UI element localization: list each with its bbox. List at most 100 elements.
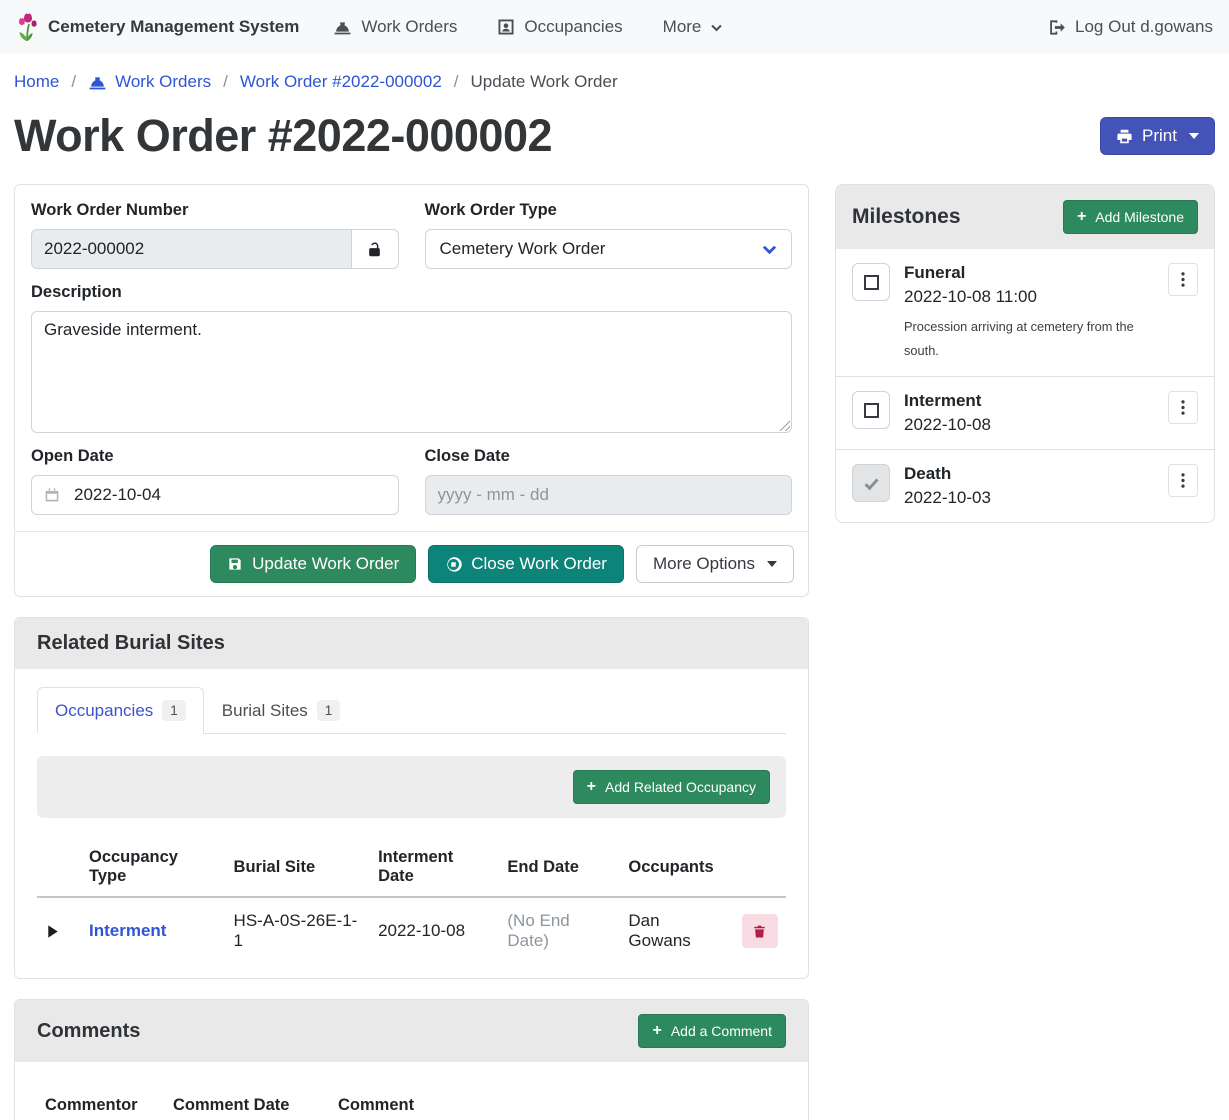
breadcrumb-separator: / (454, 72, 459, 92)
milestone-item-interment: Interment 2022-10-08 (836, 376, 1214, 449)
milestones-card: Milestones + Add Milestone Funeral 2022-… (835, 184, 1215, 523)
work-order-number-label: Work Order Number (31, 201, 399, 220)
close-work-order-label: Close Work Order (471, 554, 607, 574)
description-textarea-wrap: Graveside interment. (31, 311, 792, 433)
milestone-date: 2022-10-08 11:00 (904, 287, 1154, 307)
breadcrumb: Home / Work Orders / Work Order #2022-00… (0, 54, 1229, 106)
plus-icon: + (652, 1023, 661, 1039)
tab-occupancies-label: Occupancies (55, 701, 153, 721)
plus-icon: + (587, 779, 596, 795)
app-brand[interactable]: Cemetery Management System (16, 12, 299, 42)
print-button[interactable]: Print (1100, 117, 1215, 155)
comments-table: Commentor Comment Date Comment d.gowans … (37, 1086, 786, 1120)
hard-hat-icon (88, 73, 107, 92)
printer-icon (1116, 128, 1133, 145)
related-burial-sites-title: Related Burial Sites (37, 632, 225, 655)
update-work-order-button[interactable]: Update Work Order (210, 545, 416, 583)
work-order-number-input[interactable] (31, 229, 352, 269)
comments-title: Comments (37, 1020, 140, 1043)
logout-button[interactable]: Log Out d.gowans (1047, 17, 1213, 37)
col-actions (734, 838, 786, 897)
left-column: Work Order Number Work Order Type (14, 184, 809, 1120)
open-date-label: Open Date (31, 447, 399, 466)
related-burial-sites-header: Related Burial Sites (15, 618, 808, 669)
col-occupants: Occupants (620, 838, 734, 897)
col-occupancy-type: Occupancy Type (81, 838, 226, 897)
occupancy-table-row: Interment HS-A-0S-26E-1-1 2022-10-08 (No… (37, 897, 786, 964)
nav-occupancies[interactable]: Occupancies (497, 17, 622, 37)
comments-card: Comments + Add a Comment Commentor Comme… (14, 999, 809, 1120)
checkbox-square-icon (864, 275, 879, 290)
description-textarea[interactable]: Graveside interment. (31, 311, 792, 433)
main-content: Work Order Number Work Order Type (0, 184, 1229, 1120)
add-milestone-label: Add Milestone (1095, 209, 1184, 225)
close-work-order-button[interactable]: Close Work Order (428, 545, 624, 583)
stop-circle-icon (445, 556, 462, 573)
delete-occupancy-button[interactable] (742, 914, 778, 948)
tab-burial-sites-badge: 1 (317, 700, 341, 721)
logout-icon (1047, 18, 1066, 37)
milestone-menu-button[interactable] (1168, 464, 1198, 497)
portrait-icon (497, 18, 515, 36)
select-chevron-icon (762, 242, 777, 257)
work-order-type-value: Cemetery Work Order (440, 239, 606, 259)
unlock-button[interactable] (351, 229, 399, 269)
tab-occupancies[interactable]: Occupancies 1 (37, 687, 204, 734)
open-date-group: Open Date (31, 447, 399, 515)
plus-icon: + (1077, 209, 1086, 225)
nav-work-orders[interactable]: Work Orders (333, 17, 457, 37)
milestone-description: Procession arriving at cemetery from the… (904, 315, 1154, 362)
crumb-current: Update Work Order (471, 72, 618, 92)
milestones-header: Milestones + Add Milestone (836, 185, 1214, 249)
caret-down-icon (767, 561, 777, 567)
work-order-type-group: Work Order Type Cemetery Work Order (425, 201, 793, 269)
open-date-input[interactable] (31, 475, 399, 515)
work-order-number-group: Work Order Number (31, 201, 399, 269)
milestone-menu-button[interactable] (1168, 263, 1198, 296)
description-group: Description Graveside interment. (31, 283, 792, 433)
milestone-title: Funeral (904, 263, 1154, 283)
update-work-order-label: Update Work Order (252, 554, 399, 574)
close-date-input[interactable] (425, 475, 793, 515)
add-related-occupancy-button[interactable]: + Add Related Occupancy (573, 770, 770, 804)
unlock-icon (366, 241, 383, 258)
milestone-item-death: Death 2022-10-03 (836, 449, 1214, 522)
save-icon (227, 556, 243, 572)
col-interment-date: Interment Date (370, 838, 499, 897)
crumb-work-orders[interactable]: Work Orders (88, 72, 211, 92)
tab-occupancies-badge: 1 (162, 700, 186, 721)
nav-links: Work Orders Occupancies More (333, 17, 1047, 37)
crumb-home[interactable]: Home (14, 72, 59, 92)
expand-row-icon[interactable] (45, 924, 73, 939)
top-navbar: Cemetery Management System Work Orders O… (0, 0, 1229, 54)
trash-icon (752, 924, 767, 939)
work-order-type-select[interactable]: Cemetery Work Order (425, 229, 793, 269)
occupancies-toolbar: + Add Related Occupancy (37, 756, 786, 818)
milestone-checkbox[interactable] (852, 263, 890, 301)
occupancy-type-link[interactable]: Interment (89, 921, 166, 940)
milestone-menu-button[interactable] (1168, 391, 1198, 424)
tulip-logo-icon (16, 12, 40, 42)
crumb-work-order-number[interactable]: Work Order #2022-000002 (240, 72, 442, 92)
occupants-cell: Dan Gowans (620, 897, 734, 964)
kebab-icon (1181, 400, 1185, 415)
col-comment-date: Comment Date (165, 1086, 330, 1120)
work-order-type-label: Work Order Type (425, 201, 793, 220)
occupancies-table: Occupancy Type Burial Site Interment Dat… (37, 838, 786, 964)
close-date-label: Close Date (425, 447, 793, 466)
add-milestone-button[interactable]: + Add Milestone (1063, 200, 1198, 234)
milestone-date: 2022-10-08 (904, 415, 1154, 435)
logout-label: Log Out d.gowans (1075, 17, 1213, 37)
print-label: Print (1142, 126, 1177, 146)
col-commentor: Commentor (37, 1086, 165, 1120)
burial-site-cell: HS-A-0S-26E-1-1 (226, 897, 371, 964)
app-title: Cemetery Management System (48, 17, 299, 37)
milestone-checkbox[interactable] (852, 391, 890, 429)
description-label: Description (31, 283, 792, 302)
add-comment-button[interactable]: + Add a Comment (638, 1014, 786, 1048)
nav-more[interactable]: More (663, 17, 724, 37)
more-options-button[interactable]: More Options (636, 545, 794, 583)
milestone-title: Death (904, 464, 1154, 484)
milestone-checkbox-checked[interactable] (852, 464, 890, 502)
tab-burial-sites[interactable]: Burial Sites 1 (204, 687, 359, 734)
